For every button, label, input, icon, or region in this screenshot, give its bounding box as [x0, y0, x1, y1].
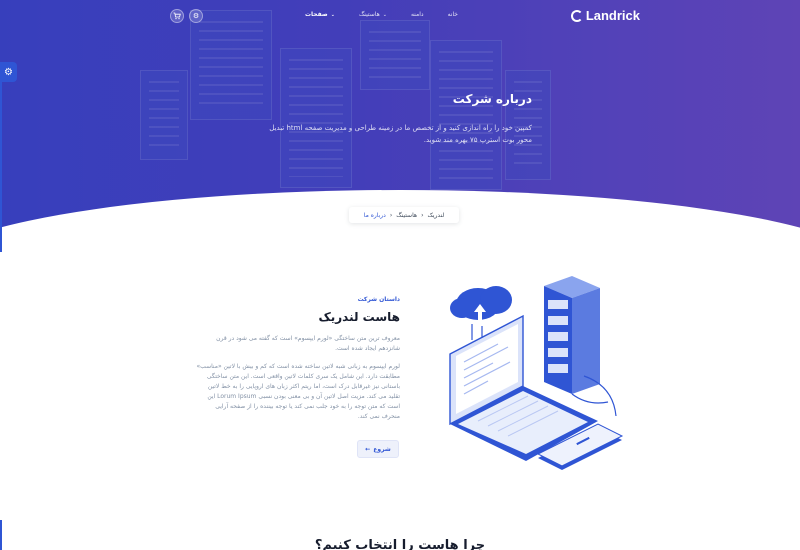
menu-item-hosting[interactable]: هاستینگ ⌄ [359, 11, 387, 18]
breadcrumb-item-home[interactable]: لندریک [427, 212, 444, 219]
breadcrumb-item-hosting[interactable]: هاستینگ [396, 212, 417, 219]
about-paragraph-2: لورم ایپسوم به زبانی شبه لاتین ساخته شده… [196, 363, 400, 420]
menu-item-domain[interactable]: دامنه [411, 11, 424, 18]
main-menu: خانه دامنه هاستینگ ⌄ صفحات ⌄ [305, 11, 458, 18]
hero-description: کمپین خود را راه اندازی کنید و از تخصص م… [269, 124, 532, 144]
top-navbar: Landrick خانه دامنه هاستینگ ⌄ صفحات ⌄ ⚙ [0, 0, 800, 32]
breadcrumb: لندریک ‹ هاستینگ ‹ درباره ما [349, 207, 459, 223]
brand-logo[interactable]: Landrick [570, 8, 640, 23]
cart-button[interactable] [170, 9, 184, 23]
brand-name: Landrick [585, 8, 640, 23]
settings-icon: ⚙ [192, 12, 200, 20]
theme-settings-tab[interactable]: ⚙ [0, 62, 17, 82]
breadcrumb-current: درباره ما [363, 211, 386, 219]
about-title: هاست لندریک [318, 310, 400, 324]
start-button-label: شروع [373, 445, 391, 453]
arrow-left-icon: ← [365, 445, 371, 453]
chevron-down-icon: ⌄ [330, 11, 335, 18]
gear-icon: ⚙ [4, 66, 13, 78]
hosting-illustration [449, 276, 624, 470]
start-button[interactable]: شروع ← [357, 440, 399, 458]
why-choose-title: چرا هاست را انتخاب کنیم؟ [314, 538, 486, 550]
about-content: داستان شرکت هاست لندریک معروف ترین متن س… [195, 296, 400, 422]
settings-button[interactable]: ⚙ [189, 9, 203, 23]
menu-item-pages[interactable]: صفحات ⌄ [305, 11, 335, 18]
chevron-left-icon: ‹ [421, 211, 424, 219]
about-paragraph-1: معروف ترین متن ساختگی «لورم ایپسوم» است … [216, 335, 400, 352]
menu-item-home[interactable]: خانه [448, 11, 458, 18]
logo-mark-icon [570, 9, 583, 22]
chevron-down-icon: ⌄ [382, 11, 387, 18]
page: Landrick خانه دامنه هاستینگ ⌄ صفحات ⌄ ⚙ ⚙ … [0, 0, 800, 550]
cart-icon [173, 12, 181, 20]
about-kicker: داستان شرکت [357, 296, 400, 303]
page-title: درباره شرکت [452, 92, 532, 106]
left-edge-accent [0, 82, 2, 252]
hero-content: درباره شرکت کمپین خود را راه اندازی کنید… [262, 92, 532, 146]
chevron-left-icon: ‹ [389, 211, 393, 219]
